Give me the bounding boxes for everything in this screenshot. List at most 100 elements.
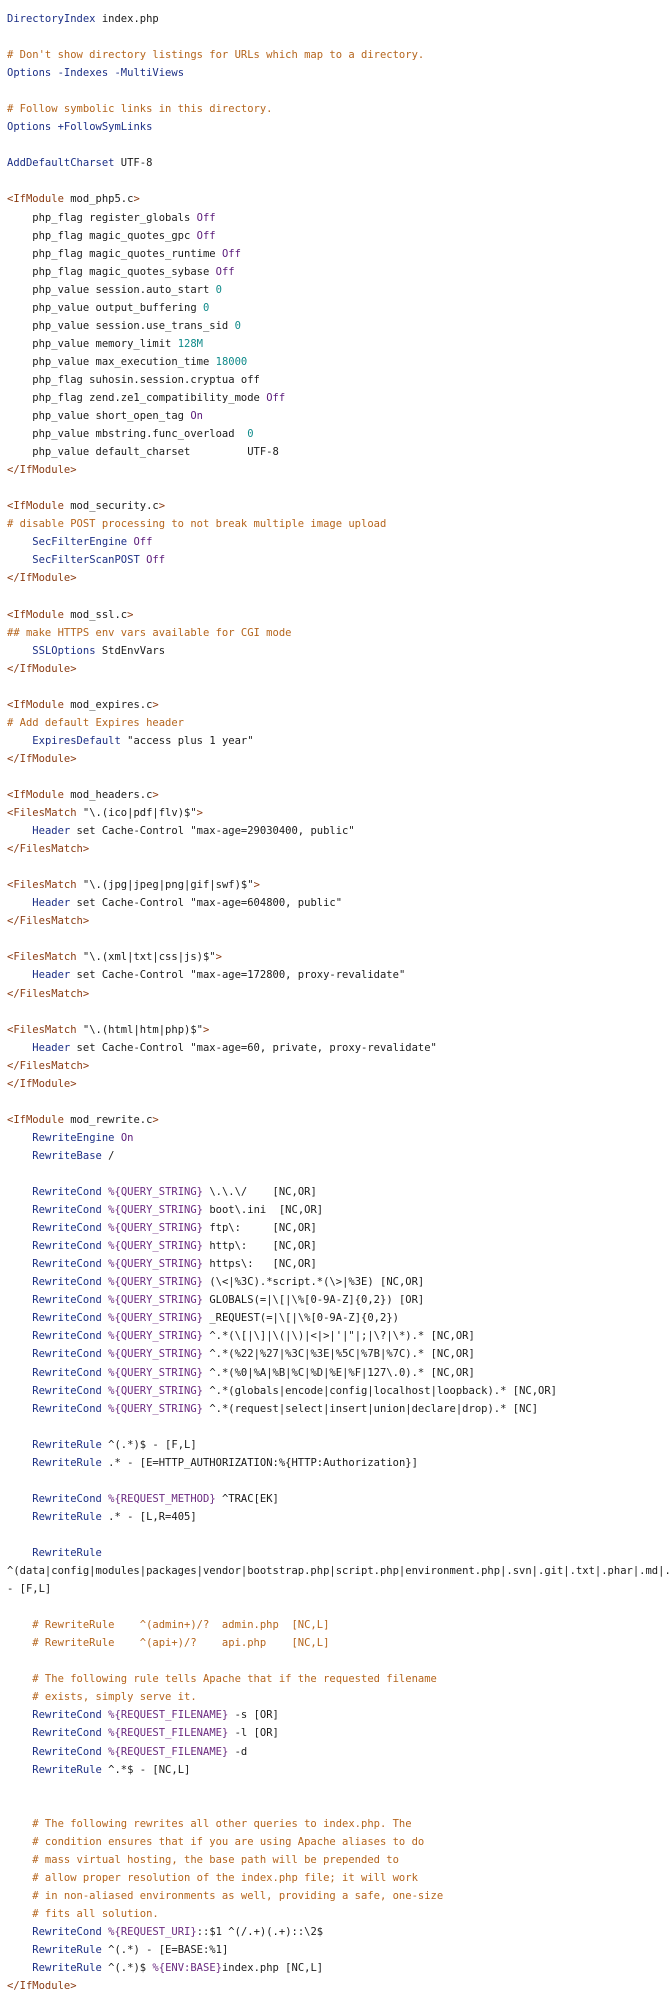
code-token-text: php_value memory_limit <box>7 337 178 350</box>
code-token-variable: %{ENV:BASE} <box>152 1962 222 1975</box>
code-token-text: ^(.*) - [E=BASE:%1] <box>101 1944 229 1957</box>
code-line: RewriteCond %{QUERY_STRING} ftp\: [NC,OR… <box>7 1219 670 1237</box>
code-line: php_flag zend.ze1_compatibility_mode Off <box>7 389 670 407</box>
code-token-directive: RewriteCond <box>32 1727 102 1740</box>
code-token-directive: RewriteRule <box>32 1944 102 1957</box>
code-token-comment: # The following rewrites all other queri… <box>7 1817 412 1830</box>
code-line: <IfModule mod_rewrite.c> <box>7 1111 670 1129</box>
code-token-keyword: Off <box>266 391 286 404</box>
code-token-tag: > <box>158 500 166 513</box>
code-token-variable: %{QUERY_STRING} <box>108 1330 203 1343</box>
code-token-variable: %{QUERY_STRING} <box>108 1384 203 1397</box>
code-token-directive: RewriteCond <box>32 1240 102 1253</box>
code-token-keyword: Off <box>146 554 166 567</box>
code-line: </IfModule> <box>7 569 670 587</box>
code-line: </IfModule> <box>7 750 670 768</box>
code-token-comment: # mass virtual hosting, the base path wi… <box>7 1853 399 1866</box>
code-token-directive: SecFilterScanPOST <box>32 554 140 567</box>
code-token-tag: <IfModule <box>7 608 64 621</box>
code-token-text: "\.(ico|pdf|flv)$" <box>76 807 197 820</box>
code-token-text: - [F,L] <box>7 1583 52 1596</box>
code-line: Header set Cache-Control "max-age=60, pr… <box>7 1039 670 1057</box>
code-line: php_value memory_limit 128M <box>7 335 670 353</box>
code-token-directive: Options <box>7 67 52 80</box>
code-line: # allow proper resolution of the index.p… <box>7 1869 670 1887</box>
code-line: </FilesMatch> <box>7 840 670 858</box>
code-token-tag: </IfModule> <box>7 752 77 765</box>
code-line: RewriteCond %{QUERY_STRING} GLOBALS(=|\[… <box>7 1291 670 1309</box>
code-token-directive: RewriteRule <box>32 1546 102 1559</box>
code-token-directive: RewriteCond <box>32 1745 102 1758</box>
code-token-variable: %{QUERY_STRING} <box>108 1348 203 1361</box>
code-token-directive: RewriteCond <box>32 1366 102 1379</box>
code-token-text: php_value output_buffering <box>7 301 203 314</box>
code-token-text: php_flag magic_quotes_runtime <box>7 247 222 260</box>
code-token-text: index.php [NC,L] <box>221 1962 324 1975</box>
code-token-text: php_value mbstring.func_overload <box>7 428 248 441</box>
code-line: RewriteCond %{REQUEST_FILENAME} -l [OR] <box>7 1724 670 1742</box>
code-token-tag: > <box>152 789 159 802</box>
code-token-comment: # The following rule tells Apache that i… <box>7 1673 437 1686</box>
code-line: php_value session.auto_start 0 <box>7 281 670 299</box>
code-token-tag: <FilesMatch <box>7 807 77 820</box>
code-token-tag: </IfModule> <box>7 1980 77 1993</box>
code-line: <FilesMatch "\.(jpg|jpeg|png|gif|swf)$"> <box>7 876 670 894</box>
code-token-keyword: Off <box>133 536 153 549</box>
code-token-text: ^(.*)$ <box>101 1962 153 1975</box>
code-line: RewriteCond %{REQUEST_FILENAME} -d <box>7 1743 670 1761</box>
code-token-text: mod_php5.c <box>63 193 134 206</box>
code-token-text: ^(.*)$ - [F,L] <box>101 1438 197 1451</box>
code-token-text: "\.(jpg|jpeg|png|gif|swf)$" <box>76 879 254 892</box>
code-token-variable: %{QUERY_STRING} <box>108 1366 203 1379</box>
code-line: php_value output_buffering 0 <box>7 299 670 317</box>
code-token-directive: AddDefaultCharset <box>7 157 115 170</box>
code-line: AddDefaultCharset UTF-8 <box>7 154 670 172</box>
code-token-directive: RewriteCond <box>32 1186 102 1199</box>
code-token-text: ^.*(%22|%27|%3C|%3E|%5C|%7B|%7C).* [NC,O… <box>203 1348 475 1361</box>
code-line: Header set Cache-Control "max-age=290304… <box>7 822 670 840</box>
code-token-comment: # exists, simply serve it. <box>7 1691 197 1704</box>
code-token-text: php_value max_execution_time <box>7 355 216 368</box>
code-token-text: set Cache-Control "max-age=172800, proxy… <box>70 969 406 982</box>
code-token-text: ^TRAC[EK] <box>215 1492 279 1505</box>
code-token-tag: > <box>133 193 140 206</box>
code-token-text: mod_expires.c <box>63 698 153 711</box>
code-line: RewriteCond %{QUERY_STRING} \.\.\/ [NC,O… <box>7 1183 670 1201</box>
code-line: # mass virtual hosting, the base path wi… <box>7 1851 670 1869</box>
code-token-tag: </FilesMatch> <box>7 987 90 1000</box>
code-token-comment: # in non-aliased environments as well, p… <box>7 1889 444 1902</box>
code-line: # The following rewrites all other queri… <box>7 1815 670 1833</box>
code-token-comment: # allow proper resolution of the index.p… <box>7 1871 418 1884</box>
code-token-keyword: On <box>190 410 203 423</box>
code-line: # disable POST processing to not break m… <box>7 515 670 533</box>
code-line: Options +FollowSymLinks <box>7 118 670 136</box>
code-line: </IfModule> <box>7 1075 670 1093</box>
code-line: # fits all solution. <box>7 1905 670 1923</box>
code-line: # Follow symbolic links in this director… <box>7 100 670 118</box>
code-token-keyword: Off <box>196 229 216 242</box>
code-line: Header set Cache-Control "max-age=604800… <box>7 894 670 912</box>
code-token-variable: %{QUERY_STRING} <box>108 1258 203 1271</box>
